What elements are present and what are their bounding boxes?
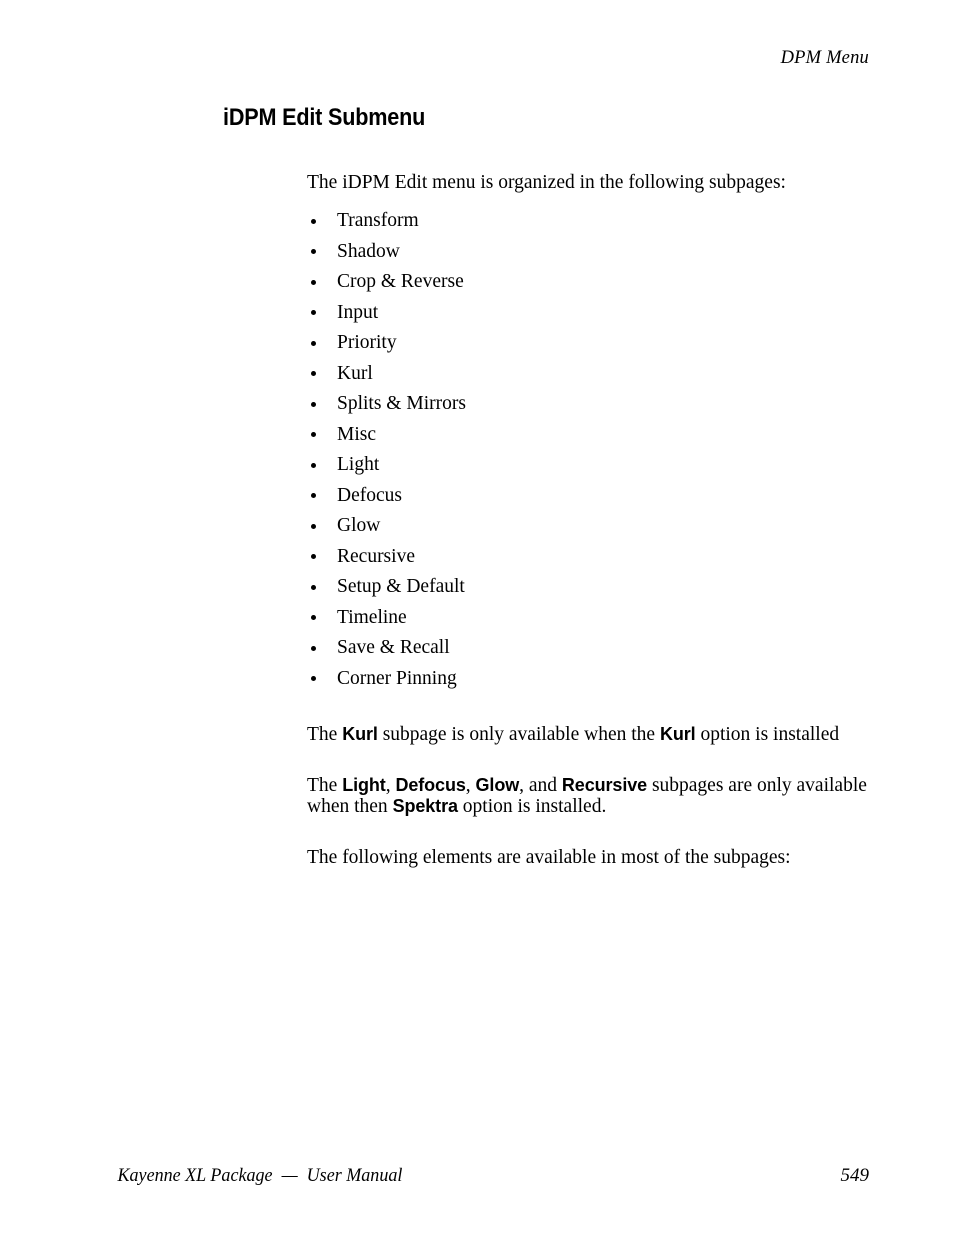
list-item-label: Splits & Mirrors — [337, 393, 466, 414]
note-kurl: The Kurl subpage is only available when … — [307, 724, 872, 745]
bullet-icon — [311, 676, 316, 682]
list-item-label: Recursive — [337, 545, 415, 567]
bullet-icon — [311, 645, 316, 651]
bullet-icon — [311, 523, 316, 529]
list-item: Misc — [307, 420, 872, 451]
list-item: Timeline — [307, 603, 872, 634]
note-spektra-paragraph: The Light, Defocus, Glow, and Recursive … — [307, 775, 872, 817]
bullet-icon — [311, 249, 316, 255]
list-item: Setup & Default — [307, 572, 872, 603]
list-item-label: Save & Recall — [337, 637, 450, 658]
footer-manual-title: Kayenne XL Package — User Manual — [117, 1165, 403, 1186]
bullet-icon — [311, 310, 316, 316]
list-item: Input — [307, 298, 872, 329]
list-item: Splits & Mirrors — [307, 389, 872, 420]
note-kurl-text-3: option is installed — [695, 724, 840, 745]
term-kurl-1: Kurl — [342, 724, 378, 744]
bullet-icon — [311, 584, 316, 590]
list-item: Recursive — [307, 542, 872, 573]
list-item-label: Defocus — [337, 484, 402, 506]
note-spektra: The Light, Defocus, Glow, and Recursive … — [307, 775, 872, 817]
list-item: Priority — [307, 328, 872, 359]
bullet-icon — [311, 218, 316, 224]
term-defocus: Defocus — [395, 775, 466, 795]
list-item-label: Kurl — [337, 362, 373, 384]
term-spektra: Spektra — [392, 796, 458, 816]
bullet-icon — [311, 615, 316, 621]
list-item: Transform — [307, 206, 872, 237]
note-elements-paragraph: The following elements are available in … — [307, 847, 791, 868]
list-item-label: Misc — [337, 423, 376, 445]
body-column: The iDPM Edit menu is organized in the f… — [307, 168, 872, 868]
note-kurl-paragraph: The Kurl subpage is only available when … — [307, 724, 872, 745]
footer-page-number: 549 — [840, 1165, 870, 1186]
list-item: Defocus — [307, 481, 872, 512]
note-spektra-text-4: , and — [519, 775, 562, 796]
list-item: Shadow — [307, 237, 872, 268]
list-item: Glow — [307, 511, 872, 542]
term-light: Light — [342, 775, 386, 795]
subpage-list: Transform Shadow Crop & Reverse Input Pr… — [307, 206, 872, 694]
document-page: DPM Menu iDPM Edit Submenu The iDPM Edit… — [0, 0, 954, 1235]
list-item-label: Glow — [337, 515, 381, 536]
term-glow: Glow — [475, 775, 520, 795]
bullet-icon — [311, 462, 316, 468]
bullet-icon — [311, 279, 316, 285]
list-item-label: Setup & Default — [337, 576, 465, 597]
note-elements: The following elements are available in … — [307, 847, 872, 868]
list-item-label: Corner Pinning — [337, 667, 457, 689]
bullet-icon — [311, 340, 316, 346]
note-kurl-text-1: The — [307, 724, 343, 745]
bullet-icon — [311, 493, 316, 499]
list-item-label: Light — [337, 454, 380, 475]
list-item: Crop & Reverse — [307, 267, 872, 298]
list-item: Corner Pinning — [307, 664, 872, 695]
bullet-icon — [311, 432, 316, 438]
running-header: DPM Menu — [780, 48, 869, 68]
list-item-label: Priority — [337, 332, 397, 353]
list-item: Light — [307, 450, 872, 481]
bullet-icon — [311, 401, 316, 407]
list-item: Save & Recall — [307, 633, 872, 664]
note-kurl-text-2: subpage is only available when the — [377, 724, 660, 745]
page-footer: Kayenne XL Package — User Manual 549 — [110, 1165, 869, 1187]
note-spektra-text-3: , — [465, 775, 476, 796]
list-item: Kurl — [307, 359, 872, 390]
note-spektra-text-6: option is installed. — [457, 796, 607, 817]
note-spektra-text-2: , — [385, 775, 396, 796]
term-kurl-2: Kurl — [659, 724, 696, 744]
list-item-label: Shadow — [337, 240, 400, 262]
term-recursive: Recursive — [561, 775, 648, 795]
note-spektra-text-1: The — [307, 775, 343, 796]
bullet-icon — [311, 554, 316, 560]
page-title: iDPM Edit Submenu — [223, 104, 426, 131]
list-item-label: Timeline — [337, 606, 407, 628]
list-item-label: Transform — [337, 210, 419, 231]
bullet-icon — [311, 371, 316, 377]
list-item-label: Crop & Reverse — [337, 271, 464, 292]
intro-paragraph: The iDPM Edit menu is organized in the f… — [307, 172, 786, 193]
list-item-label: Input — [337, 301, 379, 323]
